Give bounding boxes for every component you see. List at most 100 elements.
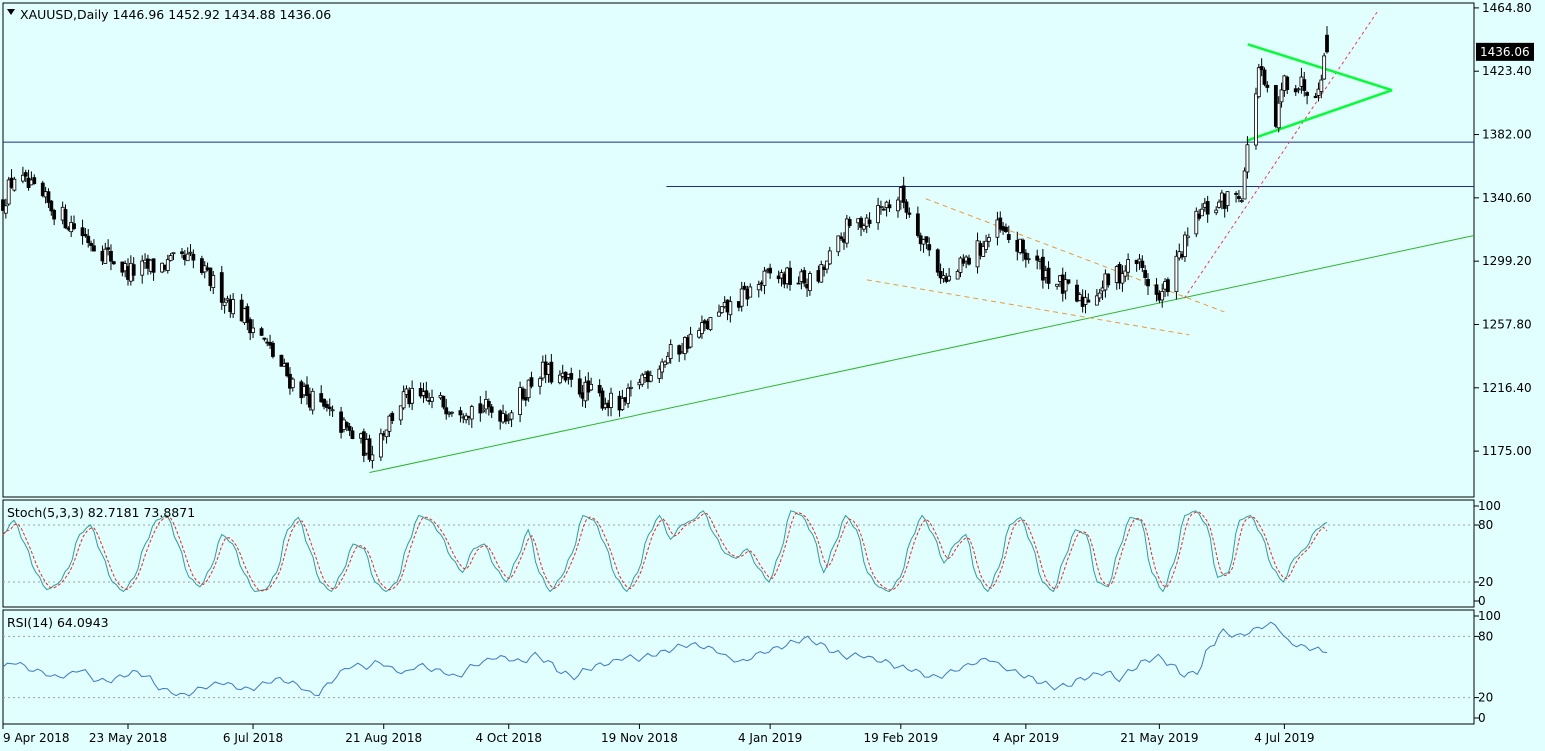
candle-body (569, 373, 574, 380)
candle-body (1225, 191, 1230, 207)
stoch-tick-label: 80 (1478, 518, 1493, 532)
candle-body (1239, 200, 1244, 202)
candle-body (1276, 102, 1281, 129)
price-tick-label: 1382.00 (1482, 128, 1532, 142)
rsi-tick-label: 80 (1478, 629, 1493, 643)
candle-body (271, 342, 275, 357)
candle-body (441, 395, 446, 408)
candle-body (165, 259, 170, 271)
candle-body (481, 409, 486, 413)
candle-body (489, 406, 494, 413)
candle-body (876, 205, 880, 224)
candle-body (1086, 299, 1091, 303)
candle-body (538, 378, 542, 387)
candle-body (907, 212, 912, 215)
candle-body (742, 285, 747, 290)
candle-body (231, 299, 236, 315)
price-tick-label: 1216.40 (1482, 381, 1532, 395)
candle-body (1242, 170, 1247, 200)
date-tick-label: 6 Jul 2018 (223, 731, 283, 745)
candle-body (935, 249, 940, 273)
candle-body (259, 328, 264, 336)
candle-body (901, 185, 906, 203)
candle-body (285, 362, 290, 377)
rsi-tick-label: 0 (1478, 711, 1486, 725)
candle-body (1174, 255, 1179, 293)
candle-body (72, 223, 76, 230)
candle-body (700, 322, 704, 334)
candle-body (350, 430, 355, 440)
candle-body (577, 378, 582, 395)
candle-body (370, 454, 375, 461)
rsi-tick-label: 100 (1478, 609, 1501, 623)
candle-body (109, 250, 113, 262)
candle-body (1305, 92, 1310, 96)
candle-body (1126, 259, 1131, 273)
candle-body (86, 235, 91, 243)
candle-body (867, 219, 872, 224)
candle-body (967, 257, 971, 265)
date-tick-label: 9 Apr 2018 (3, 731, 70, 745)
candle-body (1006, 234, 1011, 240)
date-tick-label: 4 Oct 2018 (475, 731, 542, 745)
candle-body (881, 208, 886, 211)
candle-body (327, 406, 332, 410)
date-tick-label: 4 Jul 2019 (1254, 731, 1314, 745)
candle-body (1296, 88, 1301, 91)
candle-body (219, 272, 224, 303)
candle-body (171, 252, 176, 255)
candle-body (486, 401, 491, 408)
candle-body (424, 390, 429, 399)
candle-body (879, 206, 883, 208)
candle-body (1205, 201, 1210, 215)
candle-body (330, 409, 335, 412)
candle-body (1146, 279, 1150, 287)
date-tick-label: 4 Jan 2019 (738, 731, 802, 745)
candle-body (984, 240, 988, 250)
candle-body (748, 286, 753, 298)
candle-body (1004, 226, 1008, 232)
candle-body (509, 412, 514, 420)
candle-body (222, 301, 227, 306)
candle-body (52, 210, 57, 220)
candle-body (1214, 209, 1219, 214)
stoch-tick-label: 100 (1478, 499, 1501, 513)
candle-body (211, 275, 216, 288)
candle-body (1200, 208, 1204, 217)
candle-body (430, 397, 434, 402)
candle-body (768, 267, 773, 274)
chart-canvas[interactable]: 1464.80 1423.40 1382.00 1340.60 1299.20 1257.… (0, 0, 1545, 751)
candle-body (1106, 273, 1111, 286)
rsi-title: RSI(14) 64.0943 (7, 615, 109, 630)
price-tick-label: 1423.40 (1482, 64, 1532, 78)
candle-body (808, 273, 812, 292)
candle-body (390, 412, 395, 421)
candle-body (450, 411, 454, 414)
candle-body (92, 245, 96, 252)
candle-body (410, 387, 415, 404)
stoch-title: Stoch(5,3,3) 82.7181 73.8871 (7, 505, 195, 520)
candle-body (106, 247, 111, 250)
candle-body (1185, 235, 1190, 239)
candle-body (89, 243, 93, 246)
candle-body (626, 387, 630, 404)
candle-body (1035, 255, 1040, 261)
candle-body (839, 236, 844, 240)
candle-body (1265, 84, 1270, 88)
candle-body (728, 301, 733, 316)
candle-body (140, 260, 145, 276)
candle-body (1262, 69, 1267, 85)
candle-body (378, 433, 383, 458)
candle-body (1313, 95, 1318, 99)
candle-body (251, 327, 255, 333)
candle-body (529, 377, 534, 387)
candle-body (589, 383, 594, 391)
candle-body (188, 251, 193, 254)
price-tick-label: 1299.20 (1482, 254, 1532, 268)
candle-body (927, 244, 932, 251)
candle-body (847, 219, 852, 226)
stochastic-panel (2, 499, 1475, 608)
rsi-panel (2, 609, 1475, 725)
chart-header-title: XAUUSD,Daily 1446.96 1452.92 1434.88 143… (20, 7, 331, 22)
candle-body (1026, 258, 1031, 261)
